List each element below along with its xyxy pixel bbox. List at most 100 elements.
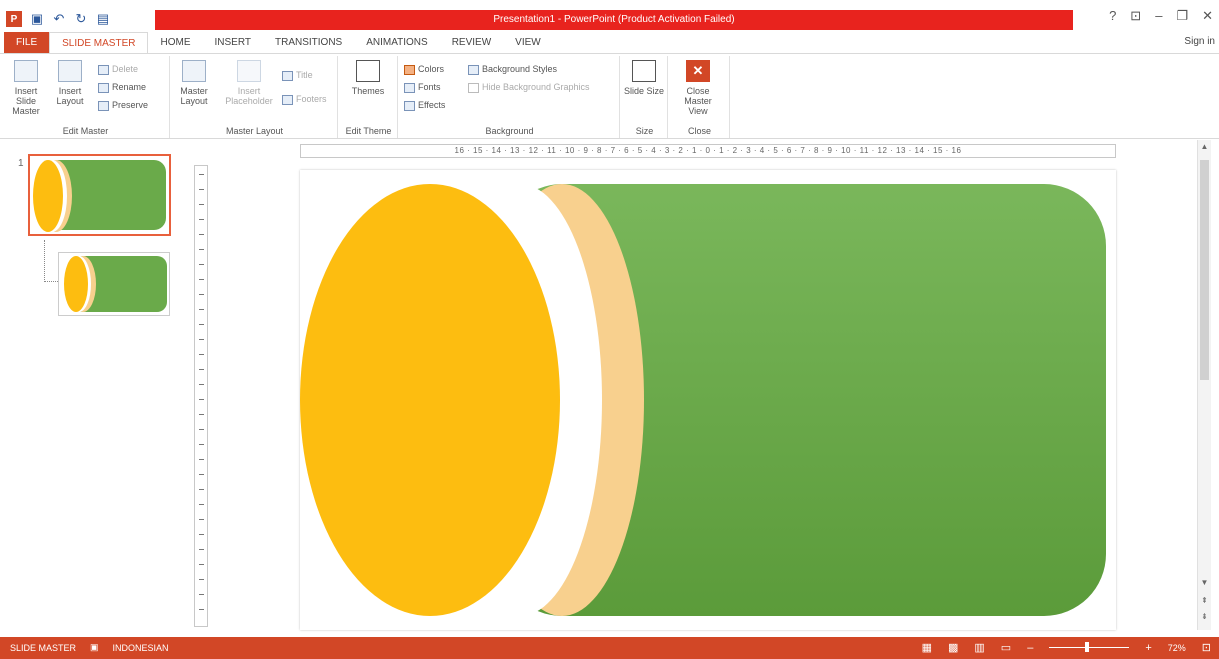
tab-view[interactable]: VIEW	[503, 32, 553, 54]
tab-review[interactable]: REVIEW	[440, 32, 503, 54]
restore-button[interactable]: ❐	[1176, 8, 1188, 24]
ribbon-tabs: FILE SLIDE MASTER HOME INSERT TRANSITION…	[0, 32, 1219, 54]
slide-master-thumbnail[interactable]	[28, 154, 171, 236]
orange-ellipse[interactable]	[300, 184, 560, 616]
rename-button[interactable]: Rename	[98, 80, 146, 94]
previous-slide-icon[interactable]: ⇞	[1198, 596, 1211, 605]
sign-in-link[interactable]: Sign in	[1184, 36, 1215, 47]
ruler-tick	[199, 234, 204, 235]
slideshow-icon[interactable]: ▭	[1001, 641, 1011, 654]
hide-background-graphics-label: Hide Background Graphics	[482, 82, 590, 92]
ribbon-display-options-button[interactable]: ⊡	[1130, 8, 1141, 24]
help-button[interactable]: ?	[1109, 8, 1116, 24]
close-button[interactable]: ✕	[1202, 8, 1213, 24]
insert-slide-master-button[interactable]: Insert Slide Master	[4, 60, 48, 116]
reading-view-icon[interactable]: ▥	[974, 641, 984, 654]
next-slide-icon[interactable]: ⇟	[1198, 612, 1211, 621]
zoom-level[interactable]: 72%	[1168, 643, 1186, 653]
tab-home[interactable]: HOME	[148, 32, 202, 54]
slide-graphic	[300, 184, 1106, 616]
ruler-tick	[199, 579, 204, 580]
insert-placeholder-button[interactable]: Insert Placeholder	[222, 60, 276, 106]
window-title: Presentation1 - PowerPoint (Product Acti…	[493, 14, 735, 25]
slide-sorter-icon[interactable]: ▩	[948, 641, 958, 654]
slide-size-label: Slide Size	[623, 86, 665, 96]
master-layout-label: Master Layout	[180, 86, 208, 106]
zoom-slider-knob[interactable]	[1085, 642, 1090, 652]
group-master-layout: Master Layout Insert Placeholder Title F…	[172, 56, 338, 138]
ruler-tick	[199, 249, 204, 250]
ruler-tick	[199, 204, 204, 205]
vertical-scrollbar[interactable]: ▲ ▼ ⇞ ⇟	[1197, 140, 1211, 630]
preserve-button[interactable]: Preserve	[98, 98, 148, 112]
slide-layout-thumbnail[interactable]	[58, 252, 170, 316]
layout-icon	[58, 60, 82, 82]
master-layout-button[interactable]: Master Layout	[172, 60, 216, 106]
ruler-tick	[199, 324, 204, 325]
rename-icon	[98, 82, 109, 93]
minimize-button[interactable]: –	[1155, 8, 1162, 24]
tab-transitions[interactable]: TRANSITIONS	[263, 32, 354, 54]
scroll-up-icon[interactable]: ▲	[1198, 142, 1211, 151]
ruler-tick	[199, 519, 204, 520]
size-group-label: Size	[635, 126, 654, 136]
master-layout-group-label: Master Layout	[225, 126, 284, 136]
insert-layout-button[interactable]: Insert Layout	[48, 60, 92, 106]
save-icon[interactable]: ▣	[30, 11, 44, 26]
background-styles-button[interactable]: Background Styles	[468, 62, 557, 76]
themes-icon	[356, 60, 380, 82]
normal-view-icon[interactable]: ▦	[922, 641, 932, 654]
ruler-tick	[199, 474, 204, 475]
footers-checkbox[interactable]: Footers	[282, 92, 327, 106]
delete-button[interactable]: Delete	[98, 62, 138, 76]
close-group-label: Close	[687, 126, 711, 136]
tab-file[interactable]: FILE	[4, 32, 50, 54]
title-checkbox[interactable]: Title	[282, 68, 313, 82]
tab-insert[interactable]: INSERT	[202, 32, 263, 54]
tab-animations[interactable]: ANIMATIONS	[354, 32, 439, 54]
delete-label: Delete	[112, 64, 139, 74]
ruler-tick	[199, 189, 204, 190]
scroll-down-icon[interactable]: ▼	[1198, 578, 1211, 587]
fonts-label: Fonts	[418, 82, 441, 92]
ruler-tick	[199, 594, 204, 595]
rename-label: Rename	[112, 82, 147, 92]
ruler-tick	[199, 504, 204, 505]
zoom-in-icon[interactable]: +	[1145, 642, 1151, 654]
slide-canvas[interactable]	[300, 170, 1116, 630]
ruler-tick	[199, 174, 204, 175]
edit-theme-group-label: Edit Theme	[345, 126, 392, 136]
undo-icon[interactable]: ↶	[52, 11, 66, 26]
checkbox-icon	[282, 70, 293, 81]
colors-label: Colors	[418, 64, 445, 74]
preserve-icon	[98, 100, 109, 111]
fonts-button[interactable]: Fonts	[404, 80, 441, 94]
fit-slide-icon[interactable]: ⊡	[1202, 641, 1211, 654]
ruler-tick	[199, 354, 204, 355]
insert-placeholder-label: Insert Placeholder	[225, 86, 273, 106]
background-styles-label: Background Styles	[482, 64, 558, 74]
checkbox-icon	[468, 82, 479, 93]
window-controls: ? ⊡ – ❐ ✕	[1109, 8, 1213, 24]
effects-button[interactable]: Effects	[404, 98, 445, 112]
redo-icon[interactable]: ↻	[74, 11, 88, 26]
hide-background-graphics-checkbox[interactable]: Hide Background Graphics	[468, 80, 590, 94]
spellcheck-icon[interactable]: ▣	[90, 642, 99, 653]
close-master-view-button[interactable]: ✕ Close Master View	[676, 60, 720, 116]
slide-size-button[interactable]: Slide Size	[622, 60, 666, 96]
edit-master-group-label: Edit Master	[62, 126, 109, 136]
group-close: ✕ Close Master View Close	[670, 56, 730, 138]
slide-master-icon	[14, 60, 38, 82]
start-from-beginning-icon[interactable]: ▤	[96, 11, 110, 26]
themes-button[interactable]: Themes	[346, 60, 390, 96]
colors-button[interactable]: Colors	[404, 62, 444, 76]
tab-slide-master[interactable]: SLIDE MASTER	[49, 32, 149, 54]
language-label[interactable]: INDONESIAN	[113, 643, 169, 653]
group-edit-theme: Themes Edit Theme	[340, 56, 398, 138]
zoom-out-icon[interactable]: –	[1027, 642, 1033, 654]
themes-label: Themes	[351, 86, 385, 96]
status-right: ▦ ▩ ▥ ▭ – + 72% ⊡	[922, 641, 1211, 655]
scrollbar-thumb[interactable]	[1200, 160, 1209, 380]
preserve-label: Preserve	[112, 100, 149, 110]
zoom-slider[interactable]	[1049, 642, 1130, 652]
